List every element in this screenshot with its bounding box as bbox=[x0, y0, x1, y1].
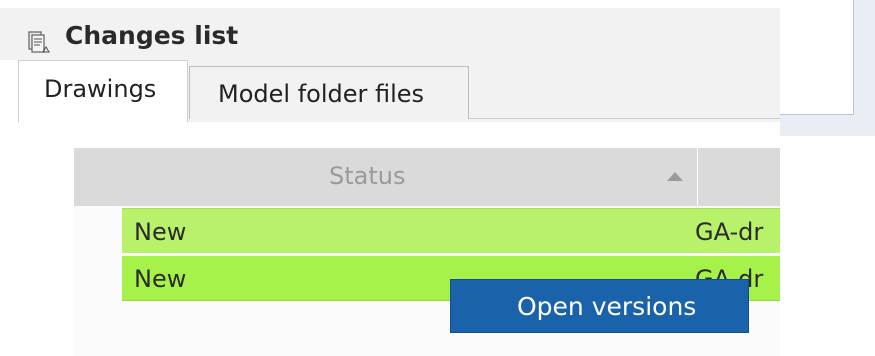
panel-title: Changes list bbox=[65, 21, 239, 50]
document-list-icon bbox=[28, 31, 50, 53]
cell-status: New bbox=[134, 218, 187, 246]
cell-name: GA-dr bbox=[695, 218, 764, 246]
context-menu-item-open-versions[interactable]: Open versions bbox=[451, 280, 748, 332]
table-row[interactable]: New GA-dr bbox=[122, 208, 780, 253]
context-menu-item-label: Open versions bbox=[517, 292, 697, 321]
tab-model-folder-files[interactable]: Model folder files bbox=[189, 66, 469, 119]
tab-model-folder-files-label: Model folder files bbox=[218, 80, 425, 108]
cell-status: New bbox=[134, 265, 187, 293]
tab-bar: Drawings Model folder files bbox=[18, 60, 780, 122]
tab-drawings-label: Drawings bbox=[44, 75, 157, 103]
table-header: Status bbox=[74, 148, 780, 206]
column-header-status[interactable]: Status bbox=[74, 148, 698, 206]
column-header-status-label: Status bbox=[329, 162, 406, 190]
context-menu: Open versions bbox=[450, 279, 749, 333]
sort-ascending-icon[interactable] bbox=[666, 170, 684, 182]
column-header-name[interactable] bbox=[699, 148, 780, 206]
tab-drawings[interactable]: Drawings bbox=[18, 60, 188, 122]
